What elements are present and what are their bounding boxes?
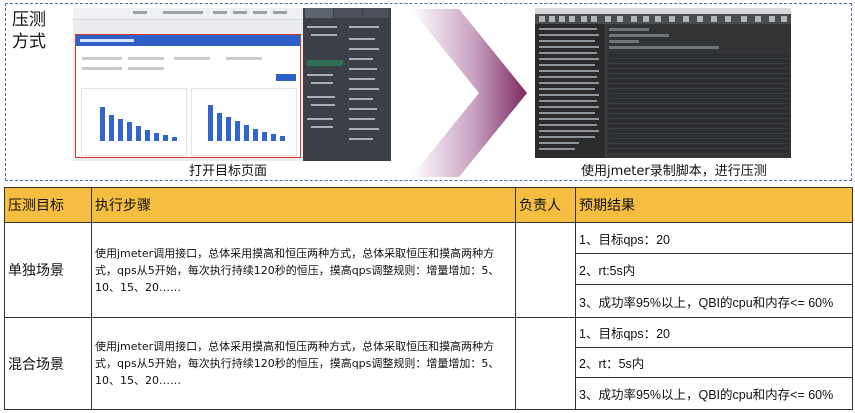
header-expected: 预期结果 [575, 187, 853, 223]
row-steps: 使用jmeter调用接口，总体采用摸高和恒压两种方式，总体采取恒压和摸高两种方式… [91, 222, 516, 318]
bar-chart-thumbnail [81, 88, 187, 156]
header-steps: 执行步骤 [91, 187, 516, 223]
expected-item: 3、成功率95%以上，QBI的cpu和内存<= 60% [579, 388, 834, 402]
results-table [609, 54, 789, 154]
row-target: 单独场景 [4, 222, 92, 318]
jmeter-screenshot [535, 8, 791, 158]
test-plan-table: 压测目标 执行步骤 负责人 预期结果 单独场景 使用jmeter调用接口，总体采… [4, 187, 853, 410]
header-target: 压测目标 [4, 187, 92, 223]
step2-caption: 使用jmeter录制脚本，进行压测 [581, 164, 767, 179]
row-target: 混合场景 [4, 317, 92, 410]
expected-item: 1、目标qps：20 [576, 223, 852, 254]
table-header-row: 压测目标 执行步骤 负责人 预期结果 [4, 187, 853, 223]
screenshot-toolbar [73, 8, 301, 20]
section-title: 压测 方式 [12, 10, 46, 52]
row-expected: 1、目标qps：20 2、rt：5s内 3、成功率95%以上，QBI的cpu和内… [575, 317, 853, 410]
jmeter-summary-report [607, 24, 791, 158]
row-expected: 1、目标qps：20 2、rt:5s内 3、成功率95%以上，QBI的cpu和内… [575, 222, 853, 318]
expected-item: 2、rt:5s内 [576, 254, 852, 285]
flow-arrow-icon [411, 9, 527, 177]
report-panel [75, 34, 301, 158]
jmeter-test-tree [535, 24, 605, 158]
table-row: 混合场景 使用jmeter调用接口，总体采用摸高和恒压两种方式，总体采取恒压和摸… [4, 317, 853, 410]
expected-item: 1、目标qps：20 [576, 318, 852, 348]
method-panel: 压测 方式 打开目标页面 使用jmeter录制脚本，进行压测 [5, 3, 852, 181]
target-page-screenshot [73, 8, 391, 161]
step1-caption: 打开目标页面 [189, 164, 268, 179]
expected-item: 2、rt：5s内 [576, 348, 852, 378]
row-owner [515, 317, 576, 410]
header-owner: 负责人 [515, 187, 576, 223]
table-row: 单独场景 使用jmeter调用接口，总体采用摸高和恒压两种方式，总体采取恒压和摸… [4, 222, 853, 318]
editor-sidebar [303, 8, 391, 161]
bar-chart-thumbnail-2 [191, 88, 297, 156]
row-steps: 使用jmeter调用接口，总体采用摸高和恒压两种方式，总体采取恒压和摸高两种方式… [91, 317, 516, 410]
jmeter-toolbar [535, 14, 791, 24]
expected-item: 3、成功率95%以上，QBI的cpu和内存<= 60% [579, 295, 834, 310]
row-owner [515, 222, 576, 318]
